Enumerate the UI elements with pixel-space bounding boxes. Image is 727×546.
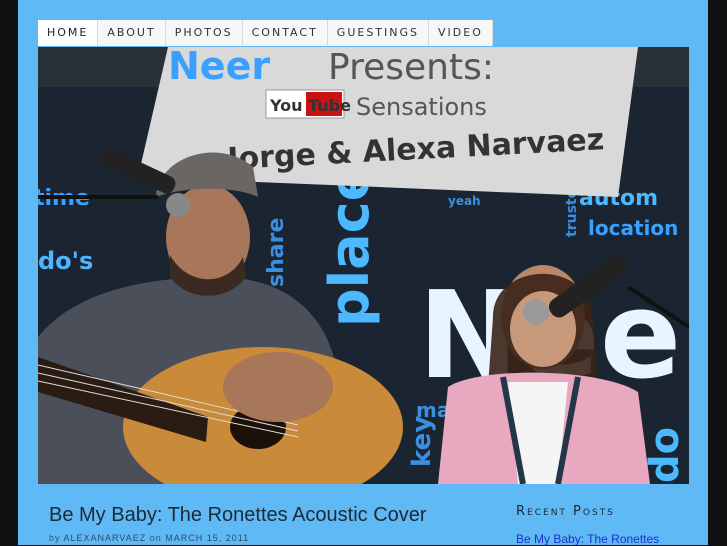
nav-about[interactable]: ABOUT [98, 20, 166, 46]
recent-posts-heading: Recent Posts [516, 504, 615, 519]
banner-brand: Neer [168, 47, 270, 88]
post-byline: by ALEXANARVAEZ on MARCH 15, 2011 [49, 533, 249, 543]
post-author-link[interactable]: ALEXANARVAEZ [64, 533, 147, 543]
nav-contact[interactable]: CONTACT [242, 20, 328, 46]
nav-guestings[interactable]: GUESTINGS [327, 20, 430, 46]
nav-home[interactable]: HOME [38, 20, 99, 46]
post-title[interactable]: Be My Baby: The Ronettes Acoustic Cover [49, 504, 427, 527]
post-date: MARCH 15, 2011 [165, 533, 250, 543]
main-nav: HOME ABOUT PHOTOS CONTACT GUESTINGS VIDE… [38, 20, 493, 46]
hero-image: time do's place share yeah autom locatio… [38, 47, 689, 484]
banner-title: Presents: [328, 47, 494, 88]
nav-photos[interactable]: PHOTOS [165, 20, 243, 46]
youtube-logo: You Tube [269, 96, 351, 115]
recent-post-link[interactable]: Be My Baby: The Ronettes [516, 532, 659, 546]
byline-by: by [49, 533, 61, 543]
byline-on: on [149, 533, 162, 543]
page-frame: HOME ABOUT PHOTOS CONTACT GUESTINGS VIDE… [18, 0, 708, 546]
backdrop-word: share [264, 218, 289, 287]
nav-video[interactable]: VIDEO [429, 20, 493, 46]
backdrop-word: key [407, 416, 437, 467]
backdrop-word: place [318, 165, 381, 327]
backdrop-word: location [588, 216, 678, 240]
banner-subtitle: Sensations [356, 93, 487, 121]
content-area: Be My Baby: The Ronettes Acoustic Cover … [38, 484, 689, 546]
backdrop-word: do's [38, 247, 93, 275]
hero-photo: time do's place share yeah autom locatio… [38, 47, 689, 484]
backdrop-word: yeah [448, 194, 481, 208]
backdrop-word: do [642, 427, 688, 483]
